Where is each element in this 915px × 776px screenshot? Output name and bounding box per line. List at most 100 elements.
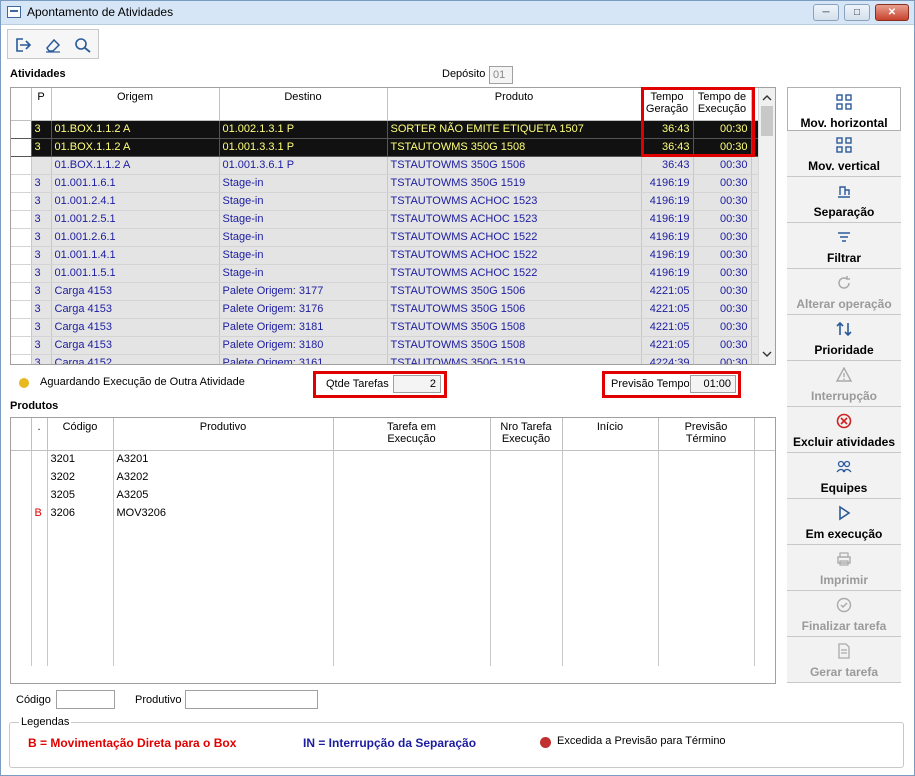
atividade-row[interactable]: 3 01.001.2.4.1 Stage-in TSTAUTOWMS ACHOC 15… <box>11 192 760 211</box>
col-p[interactable]: P <box>31 88 52 121</box>
legend-excedida-dot-icon <box>540 737 551 748</box>
row-indicator <box>11 576 32 594</box>
produto-row[interactable]: 3201 A3201 <box>11 450 775 468</box>
exit-icon[interactable] <box>10 33 36 57</box>
cell-p: 3 <box>31 228 52 247</box>
cell-tempo-execucao: 00:30 <box>693 336 752 355</box>
prod-col-tarefa-l2: Execução <box>387 433 436 445</box>
row-indicator <box>11 156 32 175</box>
produto-row[interactable] <box>11 648 775 666</box>
close-button[interactable]: ✕ <box>875 4 909 21</box>
produto-row[interactable]: B 3206 MOV3206 <box>11 504 775 522</box>
prod-col-nro[interactable]: Nro Tarefa Execução <box>490 418 563 451</box>
mov-vertical-button[interactable]: Mov. vertical <box>787 131 901 177</box>
sidebar-button-label: Filtrar <box>826 251 861 265</box>
cell-origem: Carga 4153 <box>51 336 220 355</box>
interrup-o-button[interactable]: Interrupção <box>787 361 901 407</box>
cell-tempo-geracao: 4196:19 <box>641 192 694 211</box>
eraser-icon[interactable] <box>40 33 66 57</box>
scroll-down-icon[interactable] <box>762 350 772 358</box>
cell-nro <box>490 648 563 666</box>
cell-tarefa <box>333 630 491 648</box>
produto-row[interactable] <box>11 558 775 576</box>
cell-origem: 01.BOX.1.1.2 A <box>51 119 220 139</box>
cell-inicio <box>562 450 659 468</box>
atividade-row[interactable]: 3 Carga 4153 Palete Origem: 3176 TSTAUTOWMS… <box>11 300 760 319</box>
imprimir-button[interactable]: Imprimir <box>787 545 901 591</box>
row-indicator <box>11 558 32 576</box>
em-execu-o-button[interactable]: Em execução <box>787 499 901 545</box>
atividades-scrollbar[interactable] <box>758 88 775 364</box>
mov-horizontal-button[interactable]: Mov. horizontal <box>787 87 901 131</box>
prod-col-tarefa[interactable]: Tarefa em Execução <box>333 418 491 451</box>
prioridade-button[interactable]: Prioridade <box>787 315 901 361</box>
prod-col-produtivo[interactable]: Produtivo <box>113 418 334 451</box>
equipes-button[interactable]: Equipes <box>787 453 901 499</box>
deposito-field[interactable]: 01 <box>489 66 513 84</box>
prod-col-codigo[interactable]: Código <box>47 418 114 451</box>
codigo-filter-input[interactable] <box>56 690 115 709</box>
scroll-thumb[interactable] <box>761 106 773 136</box>
row-indicator <box>11 300 32 319</box>
produto-row[interactable] <box>11 594 775 612</box>
produto-row[interactable] <box>11 540 775 558</box>
minimize-button[interactable]: ─ <box>813 4 839 21</box>
row-indicator <box>11 504 32 522</box>
separa-o-button[interactable]: Separação <box>787 177 901 223</box>
cell-produto: TSTAUTOWMS ACHOC 1522 <box>387 228 642 247</box>
maximize-button[interactable]: □ <box>844 4 870 21</box>
produto-row[interactable] <box>11 630 775 648</box>
window-title: Apontamento de Atividades <box>27 5 174 19</box>
highlight-tempo-columns <box>641 87 755 157</box>
cell-spacer <box>754 594 775 612</box>
col-produto[interactable]: Produto <box>387 88 642 121</box>
prod-col-inicio[interactable]: Início <box>562 418 659 451</box>
atividade-row[interactable]: 3 01.001.1.6.1 Stage-in TSTAUTOWMS 350G 151… <box>11 174 760 193</box>
col-destino[interactable]: Destino <box>219 88 388 121</box>
produto-row[interactable] <box>11 612 775 630</box>
scroll-up-icon[interactable] <box>762 94 772 102</box>
alterar-opera-o-button[interactable]: Alterar operação <box>787 269 901 315</box>
previsao-tempo-value: 01:00 <box>690 375 736 393</box>
cell-spacer <box>754 630 775 648</box>
cell-spacer <box>754 540 775 558</box>
cell-produto: TSTAUTOWMS ACHOC 1523 <box>387 192 642 211</box>
search-icon[interactable] <box>70 33 96 57</box>
atividade-row[interactable]: 3 Carga 4152 Palete Origem: 3161 TSTAUTOWMS… <box>11 354 760 364</box>
sidebar-button-label: Finalizar tarefa <box>801 619 887 633</box>
atividade-row[interactable]: 01.BOX.1.1.2 A 01.001.3.6.1 P TSTAUTOWMS 3… <box>11 156 760 175</box>
cell-previsao <box>658 468 755 486</box>
produto-row[interactable] <box>11 522 775 540</box>
produtivo-filter-label: Produtivo <box>135 694 182 706</box>
filtrar-button[interactable]: Filtrar <box>787 223 901 269</box>
atividade-row[interactable]: 3 01.001.2.5.1 Stage-in TSTAUTOWMS ACHOC 15… <box>11 210 760 229</box>
col-origem[interactable]: Origem <box>51 88 220 121</box>
cell-destino: Palete Origem: 3161 <box>219 354 388 364</box>
cell-produto: TSTAUTOWMS 350G 1506 <box>387 282 642 301</box>
atividade-row[interactable]: 3 01.001.1.5.1 Stage-in TSTAUTOWMS ACHOC 15… <box>11 264 760 283</box>
gerar-tarefa-button[interactable]: Gerar tarefa <box>787 637 901 683</box>
cell-produtivo <box>113 522 334 540</box>
atividade-row[interactable]: 3 01.001.1.4.1 Stage-in TSTAUTOWMS ACHOC 15… <box>11 246 760 265</box>
produto-row[interactable]: 3205 A3205 <box>11 486 775 504</box>
atividade-row[interactable]: 3 Carga 4153 Palete Origem: 3181 TSTAUTOWMS… <box>11 318 760 337</box>
prod-col-flag[interactable]: . <box>31 418 48 451</box>
cell-destino: Palete Origem: 3180 <box>219 336 388 355</box>
produto-row[interactable]: 3202 A3202 <box>11 468 775 486</box>
warning-icon <box>787 367 901 383</box>
sidebar-button-label: Equipes <box>820 481 868 495</box>
cell-tarefa <box>333 648 491 666</box>
finalizar-tarefa-button[interactable]: Finalizar tarefa <box>787 591 901 637</box>
atividade-row[interactable]: 3 01.001.2.6.1 Stage-in TSTAUTOWMS ACHOC 15… <box>11 228 760 247</box>
prod-col-previsao[interactable]: Previsão Término <box>658 418 755 451</box>
excluir-atividades-button[interactable]: Excluir atividades <box>787 407 901 453</box>
produto-row[interactable] <box>11 576 775 594</box>
cell-nro <box>490 594 563 612</box>
cell-tempo-geracao: 4196:19 <box>641 246 694 265</box>
atividade-row[interactable]: 3 Carga 4153 Palete Origem: 3180 TSTAUTOWMS… <box>11 336 760 355</box>
cell-tarefa <box>333 612 491 630</box>
produtivo-filter-input[interactable] <box>185 690 318 709</box>
atividade-row[interactable]: 3 Carga 4153 Palete Origem: 3177 TSTAUTOWMS… <box>11 282 760 301</box>
produtos-table: . Código Produtivo Tarefa em Execução Nro… <box>11 418 775 666</box>
sidebar-button-label: Interrupção <box>810 389 877 403</box>
